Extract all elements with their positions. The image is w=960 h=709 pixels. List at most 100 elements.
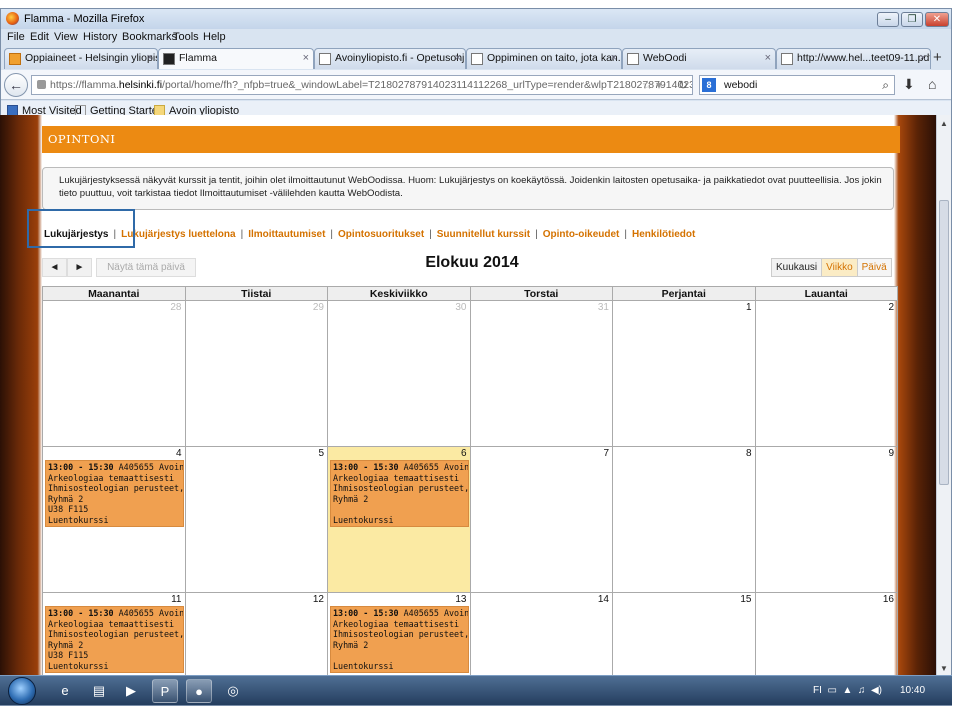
back-arrow-icon[interactable]: ← bbox=[4, 73, 28, 97]
weekday-header: Torstai bbox=[469, 286, 613, 301]
calendar-day-cell[interactable]: 30 bbox=[327, 300, 471, 447]
google-icon[interactable]: 8 bbox=[702, 78, 716, 92]
calendar-day-cell[interactable]: 1113:00 - 15:30 A405655 Avoin yo:Arkeolo… bbox=[42, 592, 186, 675]
view-day-button[interactable]: Päivä bbox=[856, 258, 892, 277]
calendar-day-cell[interactable]: 413:00 - 15:30 A405655 Avoin yo:Arkeolog… bbox=[42, 446, 186, 593]
menu-history[interactable]: History bbox=[83, 31, 117, 43]
tab-oppiminen[interactable]: Oppiminen on taito, jota kan... × bbox=[466, 48, 622, 69]
day-number: 15 bbox=[740, 594, 752, 605]
day-number: 30 bbox=[455, 302, 467, 313]
maximize-button[interactable]: ❐ bbox=[901, 12, 923, 27]
calendar-day-cell[interactable]: 14 bbox=[469, 592, 613, 675]
calendar-body: 2829303112413:00 - 15:30 A405655 Avoin y… bbox=[42, 300, 898, 675]
event-time: 13:00 - 15:30 bbox=[333, 462, 399, 472]
tab-close-icon[interactable]: × bbox=[611, 49, 617, 68]
new-tab-icon[interactable]: + bbox=[933, 49, 942, 66]
day-number: 5 bbox=[318, 448, 324, 459]
day-number: 11 bbox=[171, 594, 182, 605]
prev-month-button[interactable]: ◄ bbox=[42, 258, 67, 277]
event-line: Ihmisosteologian perusteet, bbox=[333, 483, 469, 493]
tab-close-icon[interactable]: × bbox=[765, 49, 771, 68]
file-explorer-icon[interactable]: ▤ bbox=[86, 679, 112, 703]
vertical-scrollbar[interactable]: ▲ ▼ bbox=[936, 115, 951, 675]
search-icon[interactable]: ⌕ bbox=[882, 76, 889, 94]
event-line bbox=[333, 504, 466, 515]
menu-bookmarks[interactable]: Bookmarks bbox=[122, 31, 177, 43]
tab-close-icon[interactable]: × bbox=[455, 49, 461, 68]
app-icon[interactable]: ◎ bbox=[220, 679, 246, 703]
download-icon[interactable]: ⬇ bbox=[903, 76, 915, 93]
event-line: Ryhmä 2 bbox=[333, 639, 369, 650]
day-number: 4 bbox=[175, 448, 182, 459]
calendar-day-cell[interactable]: 7 bbox=[469, 446, 613, 593]
subnav-link-credits[interactable]: Opintosuoritukset bbox=[338, 229, 424, 240]
powerpoint-icon[interactable]: P bbox=[152, 679, 178, 703]
tab-weboodi[interactable]: WebOodi × bbox=[622, 48, 776, 69]
view-week-button[interactable]: Viikko bbox=[821, 258, 858, 277]
menu-file[interactable]: File bbox=[7, 31, 25, 43]
calendar-day-cell[interactable]: 16 bbox=[754, 592, 898, 675]
subnav-link-registrations[interactable]: Ilmoittautumiset bbox=[248, 229, 325, 240]
window-title: Flamma - Mozilla Firefox bbox=[24, 13, 145, 25]
calendar-day-cell[interactable]: 8 bbox=[612, 446, 756, 593]
event-line: Ryhmä 2 bbox=[48, 493, 84, 504]
media-player-icon[interactable]: ▶ bbox=[118, 679, 144, 703]
tab-flamma[interactable]: Flamma × bbox=[158, 48, 314, 69]
menu-help[interactable]: Help bbox=[203, 31, 226, 43]
subnav-link-list[interactable]: Lukujärjestys luettelona bbox=[121, 229, 235, 240]
today-button[interactable]: Näytä tämä päivä bbox=[96, 258, 196, 277]
tab-oppiaineet[interactable]: Oppiaineet - Helsingin yliopis... × bbox=[4, 48, 158, 69]
subnav-link-rights[interactable]: Opinto-oikeudet bbox=[543, 229, 620, 240]
start-button[interactable] bbox=[8, 677, 36, 705]
tab-close-icon[interactable]: × bbox=[303, 49, 309, 68]
subnav-link-planned[interactable]: Suunnitellut kurssit bbox=[437, 229, 530, 240]
scroll-down-icon[interactable]: ▼ bbox=[940, 664, 948, 673]
next-month-button[interactable]: ► bbox=[67, 258, 92, 277]
language-indicator[interactable]: FI bbox=[813, 685, 822, 696]
close-button[interactable]: ✕ bbox=[925, 12, 949, 27]
page-content: OPINTONI Lukujärjestyksessä näkyvät kurs… bbox=[27, 126, 900, 675]
calendar-event[interactable]: 13:00 - 15:30 A405655 Avoin yo:Arkeologi… bbox=[330, 606, 469, 673]
day-number: 12 bbox=[312, 594, 324, 605]
tab-pdf[interactable]: http://www.hel...teet09-11.pdf × bbox=[776, 48, 931, 69]
internet-explorer-icon[interactable]: e bbox=[52, 679, 78, 703]
home-icon[interactable]: ⌂ bbox=[928, 76, 936, 92]
calendar-week-row: 28 29 30 31 1 2 bbox=[42, 300, 898, 447]
calendar-day-cell[interactable]: 2 bbox=[754, 300, 898, 447]
subnav-link-personal[interactable]: Henkilötiedot bbox=[632, 229, 695, 240]
calendar-day-cell[interactable]: 1313:00 - 15:30 A405655 Avoin yo:Arkeolo… bbox=[327, 592, 471, 675]
reload-icon[interactable]: ↻ bbox=[678, 76, 688, 94]
scroll-up-icon[interactable]: ▲ bbox=[940, 119, 948, 128]
event-time: 13:00 - 15:30 bbox=[48, 608, 114, 618]
event-code: A405655 Avoin yo: bbox=[403, 462, 469, 472]
calendar-day-cell[interactable]: 15 bbox=[612, 592, 756, 675]
menu-edit[interactable]: Edit bbox=[30, 31, 49, 43]
menu-tools[interactable]: Tools bbox=[173, 31, 199, 43]
calendar-day-cell[interactable]: 12 bbox=[184, 592, 328, 675]
url-path: /portal/home/fh?_nfpb=true&_windowLabel=… bbox=[162, 79, 692, 91]
tab-close-icon[interactable]: × bbox=[147, 49, 153, 68]
calendar-day-cell[interactable]: 9 bbox=[754, 446, 898, 593]
calendar-event[interactable]: 13:00 - 15:30 A405655 Avoin yo:Arkeologi… bbox=[330, 460, 469, 527]
calendar-day-cell[interactable]: 31 bbox=[469, 300, 613, 447]
tab-avoinyliopisto[interactable]: Avoinyliopisto.fi - Opetusohj... × bbox=[314, 48, 466, 69]
calendar-day-cell[interactable]: 1 bbox=[612, 300, 756, 447]
view-month-button[interactable]: Kuukausi bbox=[771, 258, 823, 277]
bookmark-star-icon[interactable]: ☆ ▾ bbox=[642, 76, 662, 94]
calendar-day-cell[interactable]: 28 bbox=[42, 300, 186, 447]
menu-view[interactable]: View bbox=[54, 31, 78, 43]
firefox-taskbar-icon[interactable]: ● bbox=[186, 679, 212, 703]
calendar-event[interactable]: 13:00 - 15:30 A405655 Avoin yo:Arkeologi… bbox=[45, 606, 184, 673]
address-bar[interactable]: https://flamma.helsinki.fi/portal/home/f… bbox=[31, 75, 693, 95]
calendar-day-cell[interactable]: 29 bbox=[184, 300, 328, 447]
calendar-header-row: Maanantai Tiistai Keskiviikko Torstai Pe… bbox=[42, 286, 898, 301]
minimize-button[interactable]: – bbox=[877, 12, 899, 27]
search-input[interactable]: 8 webodi ⌕ bbox=[699, 75, 895, 95]
calendar-day-cell[interactable]: 5 bbox=[184, 446, 328, 593]
tab-close-icon[interactable]: × bbox=[920, 49, 926, 68]
title-bar: Flamma - Mozilla Firefox – ❐ ✕ bbox=[1, 9, 951, 29]
page-icon bbox=[471, 53, 483, 65]
scroll-thumb[interactable] bbox=[939, 200, 949, 485]
calendar-day-cell[interactable]: 613:00 - 15:30 A405655 Avoin yo:Arkeolog… bbox=[327, 446, 471, 593]
calendar-event[interactable]: 13:00 - 15:30 A405655 Avoin yo:Arkeologi… bbox=[45, 460, 184, 527]
